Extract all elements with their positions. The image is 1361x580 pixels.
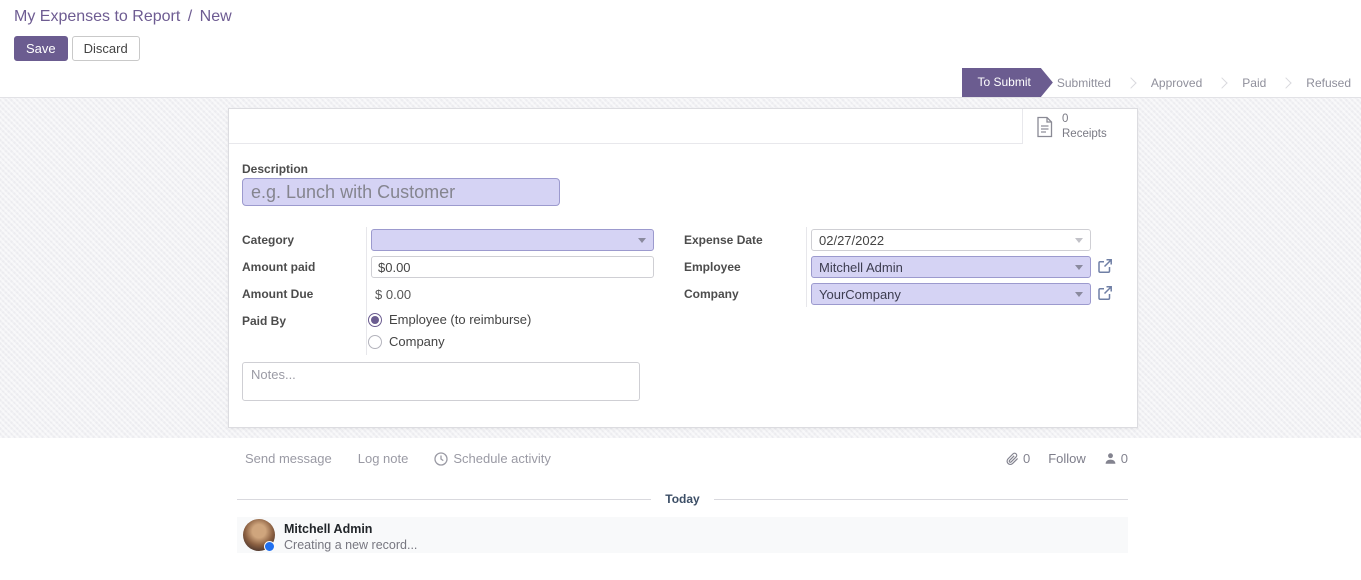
avatar	[243, 519, 275, 551]
company-select[interactable]: YourCompany	[811, 283, 1091, 305]
notes-textarea[interactable]	[242, 362, 640, 401]
discard-button[interactable]: Discard	[72, 36, 140, 61]
status-step-paid[interactable]: Paid	[1238, 76, 1270, 90]
paid-by-company-radio[interactable]: Company	[368, 334, 531, 349]
clock-icon	[434, 452, 448, 466]
breadcrumb-current: New	[200, 8, 232, 25]
paid-by-label: Paid By	[242, 314, 286, 328]
followers-button[interactable]: 0	[1104, 451, 1128, 466]
description-label: Description	[242, 162, 308, 176]
chevron-down-icon	[638, 238, 646, 243]
document-icon	[1035, 116, 1054, 138]
stat-button-box: 0 Receipts	[229, 109, 1137, 144]
log-note-button[interactable]: Log note	[358, 451, 409, 466]
message-body: Creating a new record...	[284, 537, 417, 553]
receipts-label: Receipts	[1062, 127, 1107, 141]
radio-icon	[368, 313, 382, 327]
category-label: Category	[242, 233, 294, 247]
left-column-separator	[366, 227, 367, 355]
date-divider: Today	[237, 492, 1128, 506]
follower-count: 0	[1121, 451, 1128, 466]
amount-due-value: $ 0.00	[375, 287, 411, 302]
chatter: Send message Log note Schedule activity	[0, 438, 1361, 580]
chevron-down-icon	[1075, 238, 1083, 243]
chevron-down-icon	[1075, 265, 1083, 270]
employee-label: Employee	[684, 260, 741, 274]
status-step-to-submit[interactable]: To Submit	[962, 68, 1053, 97]
attachments-button[interactable]: 0	[1006, 451, 1030, 466]
expense-form-sheet: 0 Receipts Description Category Amount p…	[228, 108, 1138, 428]
attachment-count: 0	[1023, 451, 1030, 466]
form-action-buttons: Save Discard	[14, 36, 140, 61]
message-author[interactable]: Mitchell Admin	[284, 521, 417, 537]
person-icon	[1104, 452, 1117, 465]
chevron-down-icon	[1075, 292, 1083, 297]
company-value: YourCompany	[819, 287, 901, 302]
employee-external-link-icon[interactable]	[1097, 258, 1113, 274]
amount-due-label: Amount Due	[242, 287, 313, 301]
status-bar: To Submit Submitted Approved Paid Refuse…	[0, 68, 1361, 98]
breadcrumb: My Expenses to Report / New	[14, 8, 232, 26]
save-button[interactable]: Save	[14, 36, 68, 61]
chatter-message[interactable]: Mitchell Admin Creating a new record...	[237, 517, 1128, 553]
send-message-button[interactable]: Send message	[245, 451, 332, 466]
follow-button[interactable]: Follow	[1048, 451, 1086, 466]
amount-paid-input[interactable]	[371, 256, 654, 278]
chevron-right-icon	[1281, 77, 1292, 88]
expense-date-value: 02/27/2022	[819, 233, 884, 248]
category-select[interactable]	[371, 229, 654, 251]
paperclip-icon	[1006, 452, 1019, 466]
schedule-activity-button[interactable]: Schedule activity	[434, 451, 551, 466]
chevron-right-icon	[1125, 77, 1136, 88]
right-column-separator	[806, 227, 807, 307]
employee-value: Mitchell Admin	[819, 260, 903, 275]
expense-date-input[interactable]: 02/27/2022	[811, 229, 1091, 251]
chevron-right-icon	[1217, 77, 1228, 88]
receipts-count: 0	[1062, 112, 1107, 126]
breadcrumb-separator: /	[188, 8, 192, 25]
amount-paid-label: Amount paid	[242, 260, 315, 274]
form-canvas: 0 Receipts Description Category Amount p…	[0, 98, 1361, 438]
breadcrumb-parent-link[interactable]: My Expenses to Report	[14, 8, 180, 25]
date-divider-label: Today	[665, 492, 699, 506]
expense-date-label: Expense Date	[684, 233, 763, 247]
status-step-submitted[interactable]: Submitted	[1053, 76, 1115, 90]
radio-icon	[368, 335, 382, 349]
status-step-approved[interactable]: Approved	[1147, 76, 1206, 90]
status-step-refused[interactable]: Refused	[1302, 76, 1355, 90]
paid-by-company-label: Company	[389, 334, 445, 349]
company-external-link-icon[interactable]	[1097, 285, 1113, 301]
paid-by-employee-label: Employee (to reimburse)	[389, 312, 531, 327]
receipts-stat-button[interactable]: 0 Receipts	[1022, 109, 1137, 144]
employee-select[interactable]: Mitchell Admin	[811, 256, 1091, 278]
company-label: Company	[684, 287, 739, 301]
paid-by-employee-radio[interactable]: Employee (to reimburse)	[368, 312, 531, 327]
description-input[interactable]	[242, 178, 560, 206]
